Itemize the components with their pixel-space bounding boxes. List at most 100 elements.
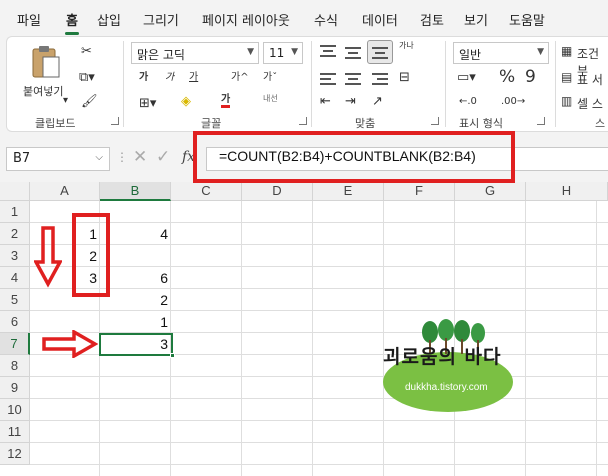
enter-icon[interactable]: ✓ [156, 147, 170, 167]
row-header-5[interactable]: 5 [0, 289, 30, 311]
shrink-font-button[interactable]: 가ˇ [263, 73, 277, 83]
cell-b4[interactable]: 6 [100, 267, 171, 289]
number-format-value: 일반 [459, 48, 482, 62]
underline-button[interactable]: 가 [189, 73, 198, 83]
row-header-11[interactable]: 11 [0, 421, 30, 443]
copy-icon[interactable]: ⧉▾ [79, 71, 95, 84]
font-color-button[interactable]: 가 [221, 95, 231, 108]
tab-view[interactable]: 보기 [464, 10, 488, 29]
borders-icon[interactable]: ⊞▾ [139, 97, 156, 110]
number-launcher-icon[interactable] [537, 117, 545, 125]
alignment-launcher-icon[interactable] [431, 117, 439, 125]
menu-tab-bar: 파일 홈 삽입 그리기 페이지 레이아웃 수식 데이터 검토 보기 도움말 [0, 0, 608, 36]
format-as-table-icon[interactable]: ▤ [561, 71, 572, 83]
conditional-formatting-icon[interactable]: ▦ [561, 45, 572, 57]
ribbon-panel: 붙여넣기 ▾ ✂ ⧉▾ 🖌 클립보드 맑은 고딕 ▼ 11 ▼ 가 가 가 가^… [6, 36, 608, 132]
comma-style-icon[interactable]: 9 [525, 69, 536, 86]
column-header-e[interactable]: E [313, 182, 384, 201]
row-header-8[interactable]: 8 [0, 355, 30, 377]
column-header-c[interactable]: C [171, 182, 242, 201]
font-launcher-icon[interactable] [299, 117, 307, 125]
orientation-icon[interactable]: ↗ [372, 95, 383, 108]
ribbon: 붙여넣기 ▾ ✂ ⧉▾ 🖌 클립보드 맑은 고딕 ▼ 11 ▼ 가 가 가 가^… [0, 36, 608, 134]
row-header-9[interactable]: 9 [0, 377, 30, 399]
tab-review[interactable]: 검토 [420, 10, 444, 29]
increase-indent-icon[interactable]: ⇥ [345, 95, 356, 108]
tab-draw[interactable]: 그리기 [143, 10, 179, 29]
watermark-title: 괴로움의 바다 [383, 346, 502, 368]
tab-help[interactable]: 도움말 [509, 10, 545, 29]
chevron-down-icon: ▼ [537, 47, 544, 57]
format-as-table-button[interactable]: 표 서 [577, 71, 603, 88]
cut-icon[interactable]: ✂ [81, 45, 92, 58]
align-top-icon[interactable] [320, 45, 336, 57]
cell-styles-button[interactable]: 셀 스 [577, 95, 603, 112]
italic-button[interactable]: 가 [165, 73, 174, 83]
cancel-icon[interactable]: ✕ [133, 147, 147, 167]
accounting-icon[interactable]: ▭▾ [457, 71, 476, 84]
row-header-7[interactable]: 7 [0, 333, 30, 355]
align-center-icon[interactable] [345, 73, 361, 85]
row-header-6[interactable]: 6 [0, 311, 30, 333]
number-group-label: 표시 형식 [459, 117, 503, 130]
font-size-select[interactable]: 11 ▼ [263, 42, 303, 64]
row-header-1[interactable]: 1 [0, 201, 30, 223]
decrease-indent-icon[interactable]: ⇤ [320, 95, 331, 108]
cell-b2[interactable]: 4 [100, 223, 171, 245]
row-header-12[interactable]: 12 [0, 443, 30, 465]
divider [555, 41, 556, 127]
column-header-d[interactable]: D [242, 182, 313, 201]
row-header-3[interactable]: 3 [0, 245, 30, 267]
row-header-2[interactable]: 2 [0, 223, 30, 245]
down-arrow-icon [34, 226, 62, 288]
wrap-text-button[interactable]: 가나 [399, 42, 414, 50]
chevron-down-icon: ▼ [291, 47, 298, 57]
increase-decimal-icon[interactable]: ←.0 [459, 97, 477, 107]
tab-data[interactable]: 데이터 [362, 10, 398, 29]
watermark-url: dukkha.tistory.com [405, 382, 488, 393]
right-arrow-icon [42, 330, 98, 358]
bold-button[interactable]: 가 [139, 73, 148, 83]
align-middle-icon[interactable] [345, 47, 361, 59]
column-header-g[interactable]: G [455, 182, 526, 201]
clipboard-launcher-icon[interactable] [111, 117, 119, 125]
align-right-icon[interactable] [372, 73, 388, 85]
number-format-select[interactable]: 일반 ▼ [453, 42, 549, 64]
more-options-icon[interactable]: ⋮ [116, 150, 128, 164]
percent-icon[interactable]: % [499, 69, 515, 86]
alignment-group-label: 맞춤 [355, 117, 376, 130]
cell-styles-icon[interactable]: ▥ [561, 95, 572, 107]
select-all-corner[interactable] [0, 182, 30, 201]
tab-insert[interactable]: 삽입 [97, 10, 121, 29]
column-header-h[interactable]: H [526, 182, 608, 201]
font-name-select[interactable]: 맑은 고딕 ▼ [131, 42, 259, 64]
decrease-decimal-icon[interactable]: .00→ [501, 97, 525, 107]
row-header-10[interactable]: 10 [0, 399, 30, 421]
divider [445, 41, 446, 127]
range-highlight-box [72, 213, 110, 297]
merge-center-icon[interactable]: ⊟ [399, 71, 410, 84]
paste-icon[interactable] [29, 45, 63, 81]
tab-page-layout[interactable]: 페이지 레이아웃 [202, 10, 290, 29]
tab-file[interactable]: 파일 [17, 10, 41, 29]
phonetic-button[interactable]: 내선 [263, 95, 278, 103]
cell-b5[interactable]: 2 [100, 289, 171, 311]
align-bottom-icon [372, 47, 388, 59]
column-header-b[interactable]: B [100, 182, 171, 201]
chevron-down-icon: ⌵ [95, 152, 103, 163]
cell-b6[interactable]: 1 [100, 311, 171, 333]
column-header-f[interactable]: F [384, 182, 455, 201]
fill-handle[interactable] [170, 353, 175, 358]
name-box[interactable]: B7 ⌵ [6, 147, 110, 171]
tab-home[interactable]: 홈 [65, 10, 79, 35]
styles-group-label: 스 [595, 117, 606, 130]
grow-font-button[interactable]: 가^ [231, 73, 249, 83]
tab-formulas[interactable]: 수식 [314, 10, 338, 29]
format-painter-icon[interactable]: 🖌 [81, 95, 98, 108]
row-header-4[interactable]: 4 [0, 267, 30, 289]
font-size-value: 11 [269, 46, 285, 60]
paste-button-label[interactable]: 붙여넣기 [23, 83, 63, 99]
column-header-a[interactable]: A [30, 182, 100, 201]
align-left-icon[interactable] [320, 73, 336, 85]
fill-color-icon[interactable]: ◈ [181, 95, 191, 108]
